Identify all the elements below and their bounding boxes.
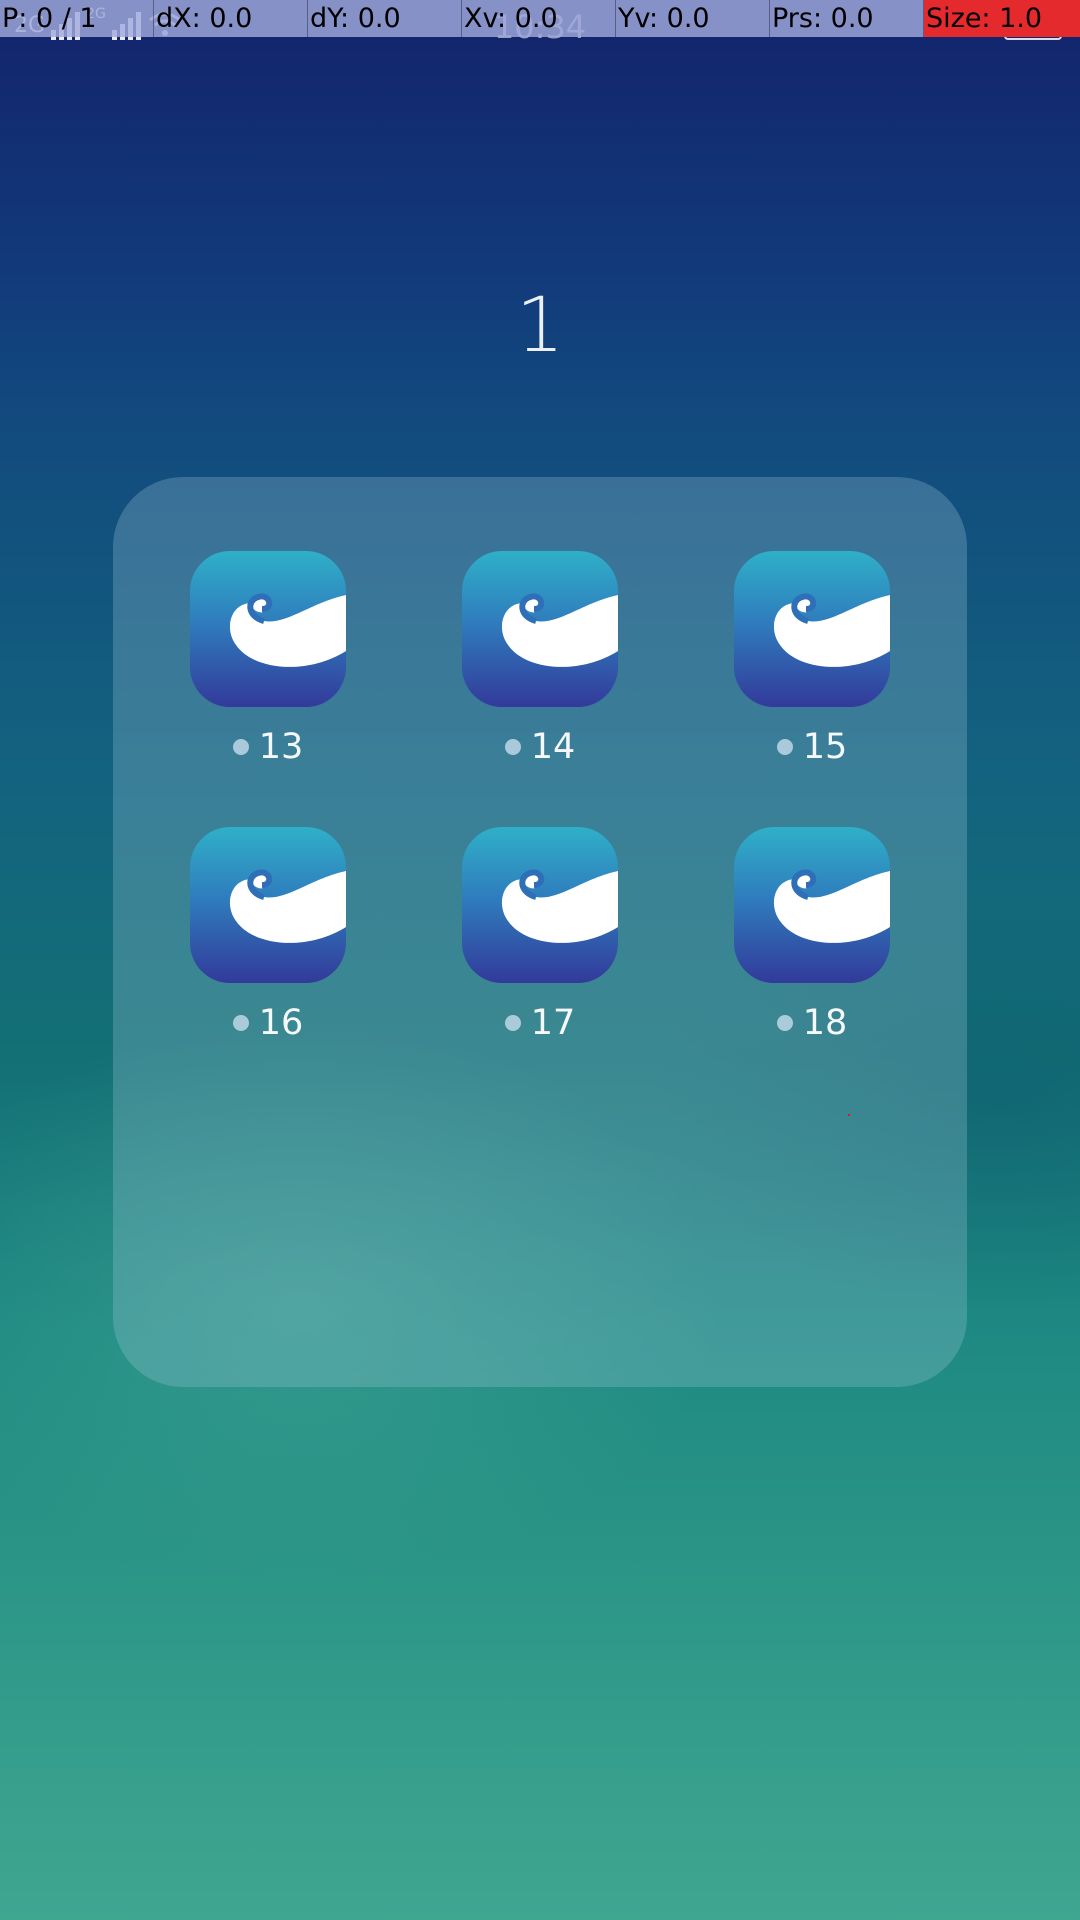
folder-title[interactable]: 1	[0, 280, 1080, 369]
pointer-count: P: 0 / 1	[0, 0, 154, 37]
new-install-dot	[504, 739, 521, 755]
whale-app-icon[interactable]	[190, 827, 346, 983]
new-install-dot	[504, 1015, 521, 1031]
app-label: 16	[150, 1003, 386, 1043]
app-14[interactable]: 14	[462, 551, 618, 767]
pointer-dx: dX: 0.0	[154, 0, 308, 37]
app-name: 17	[530, 1003, 576, 1043]
whale-app-icon[interactable]	[462, 827, 618, 983]
pointer-yv: Yv: 0.0	[616, 0, 770, 37]
pointer-xv: Xv: 0.0	[462, 0, 616, 37]
app-16[interactable]: 16	[190, 827, 346, 1043]
folder-panel: 13 14 15 16 17 18	[113, 477, 967, 1387]
app-name: 14	[530, 727, 576, 767]
app-13[interactable]: 13	[190, 551, 346, 767]
app-label: 17	[422, 1003, 658, 1043]
new-install-dot	[232, 1015, 249, 1031]
app-name: 18	[802, 1003, 848, 1043]
app-name: 13	[258, 727, 304, 767]
whale-app-icon[interactable]	[462, 551, 618, 707]
app-label: 15	[694, 727, 930, 767]
whale-app-icon[interactable]	[190, 551, 346, 707]
app-name: 16	[258, 1003, 304, 1043]
pointer-dy: dY: 0.0	[308, 0, 462, 37]
whale-app-icon[interactable]	[734, 827, 890, 983]
new-install-dot	[776, 1015, 793, 1031]
new-install-dot	[232, 739, 249, 755]
pointer-size: Size: 1.0	[924, 0, 1080, 37]
app-17[interactable]: 17	[462, 827, 618, 1043]
touch-trace-dot	[848, 1114, 850, 1116]
app-label: 14	[422, 727, 658, 767]
app-label: 18	[694, 1003, 930, 1043]
app-18[interactable]: 18	[734, 827, 890, 1043]
pointer-location-overlay: P: 0 / 1 dX: 0.0 dY: 0.0 Xv: 0.0 Yv: 0.0…	[0, 0, 1080, 37]
new-install-dot	[776, 739, 793, 755]
app-label: 13	[150, 727, 386, 767]
app-15[interactable]: 15	[734, 551, 890, 767]
pointer-pressure: Prs: 0.0	[770, 0, 924, 37]
app-name: 15	[802, 727, 848, 767]
whale-app-icon[interactable]	[734, 551, 890, 707]
